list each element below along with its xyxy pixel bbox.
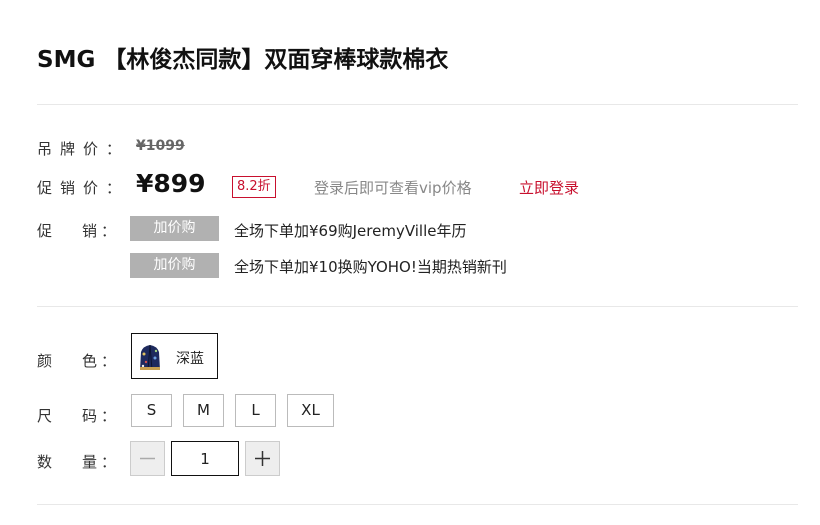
- size-label: 尺码：: [37, 407, 117, 425]
- promo-tag: 加价购: [130, 253, 219, 278]
- quantity-input[interactable]: [171, 441, 239, 476]
- quantity-label: 数量：: [37, 453, 117, 471]
- product-title: SMG 【林俊杰同款】双面穿棒球款棉衣: [37, 47, 449, 73]
- color-label: 颜色：: [37, 352, 117, 370]
- tag-price-value: ¥1099: [136, 138, 185, 154]
- color-option-selected[interactable]: 深蓝: [131, 333, 218, 379]
- promotion-label: 促销：: [37, 222, 117, 240]
- jacket-thumbnail-icon: [140, 344, 160, 371]
- size-option-m[interactable]: M: [183, 394, 224, 427]
- color-option-label: 深蓝: [176, 351, 204, 367]
- promo-text: 全场下单加¥10换购YOHO!当期热销新刊: [234, 258, 507, 276]
- promo-tag: 加价购: [130, 216, 219, 241]
- tag-price-label: 吊牌价：: [37, 140, 122, 158]
- size-option-xl[interactable]: XL: [287, 394, 334, 427]
- quantity-decrease-button[interactable]: [130, 441, 165, 476]
- discount-badge: 8.2折: [232, 176, 276, 198]
- divider: [37, 504, 798, 505]
- quantity-increase-button[interactable]: [245, 441, 280, 476]
- promo-text: 全场下单加¥69购JeremyVille年历: [234, 222, 467, 240]
- login-link[interactable]: 立即登录: [519, 177, 579, 198]
- vip-price-note: 登录后即可查看vip价格: [314, 179, 472, 197]
- size-option-l[interactable]: L: [235, 394, 276, 427]
- sale-price-label: 促销价：: [37, 179, 122, 197]
- divider: [37, 306, 798, 307]
- minus-icon: [140, 457, 155, 460]
- size-option-s[interactable]: S: [131, 394, 172, 427]
- sale-price-value: ¥899: [136, 169, 206, 198]
- divider: [37, 104, 798, 105]
- plus-icon: [255, 451, 270, 466]
